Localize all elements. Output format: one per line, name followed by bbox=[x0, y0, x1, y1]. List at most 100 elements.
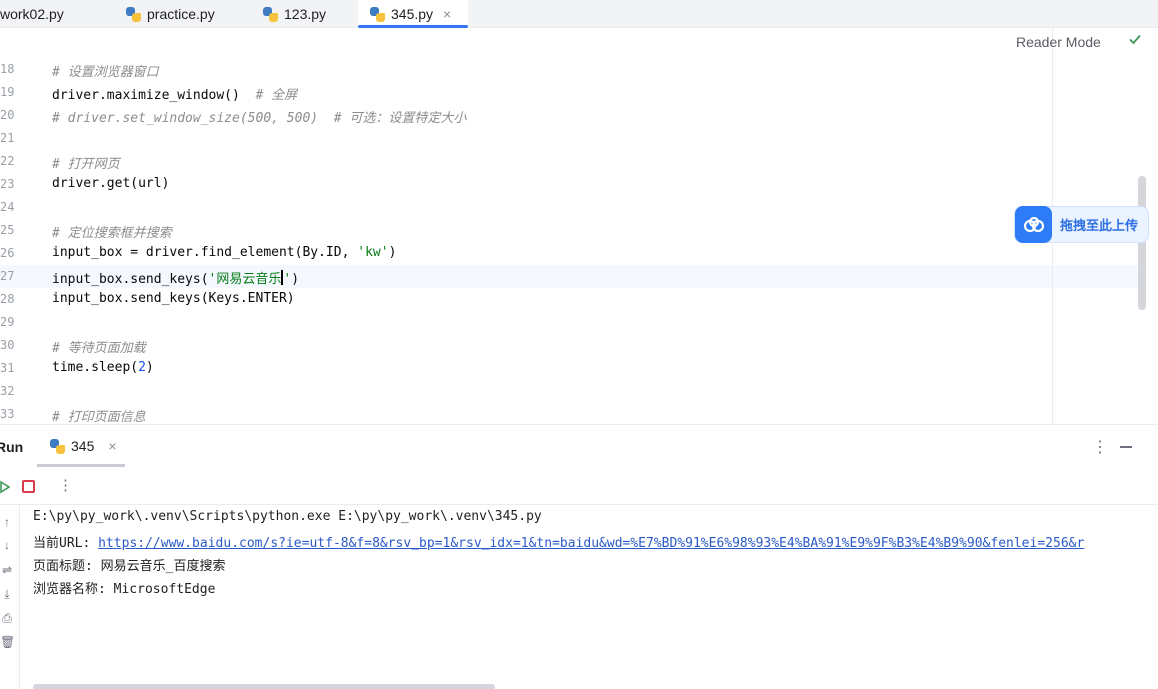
clear-all-icon[interactable]: 🗑 bbox=[0, 635, 15, 649]
code-text: driver.get(url) bbox=[52, 176, 169, 191]
editor-vertical-scrollbar[interactable] bbox=[1138, 176, 1146, 310]
print-icon[interactable]: ⎙ bbox=[0, 611, 14, 625]
url-label: 当前URL: bbox=[33, 536, 99, 551]
line-number: 24 bbox=[0, 200, 15, 214]
code-line[interactable]: 23 driver.get(url) bbox=[0, 173, 1138, 196]
code-line[interactable]: 32 bbox=[0, 380, 1138, 403]
code-token: driver.maximize_window() bbox=[52, 88, 256, 103]
console-command-line: E:\py\py_work\.venv\Scripts\python.exe E… bbox=[33, 509, 542, 524]
line-number: 31 bbox=[0, 361, 15, 375]
code-text: # 打印页面信息 bbox=[52, 406, 146, 424]
minimize-icon[interactable] bbox=[1120, 446, 1132, 448]
code-token: # 全屏 bbox=[255, 88, 298, 103]
python-file-icon bbox=[126, 6, 141, 22]
line-number: 33 bbox=[0, 407, 15, 421]
code-token: driver.get(url) bbox=[52, 176, 170, 191]
code-token: 2 bbox=[138, 360, 146, 375]
line-number: 18 bbox=[0, 62, 15, 76]
console-horizontal-scrollbar[interactable] bbox=[33, 684, 495, 689]
line-number: 26 bbox=[0, 246, 15, 260]
code-line[interactable]: 28 input_box.send_keys(Keys.ENTER) bbox=[0, 288, 1138, 311]
code-token: # 打开网页 bbox=[52, 157, 120, 172]
tab-practice[interactable]: practice.py bbox=[126, 0, 215, 28]
code-line[interactable]: 19 driver.maximize_window() # 全屏 bbox=[0, 81, 1138, 104]
line-number: 22 bbox=[0, 154, 15, 168]
code-text: # 设置浏览器窗口 bbox=[52, 61, 159, 80]
code-token: # 设置浏览器窗口 bbox=[52, 65, 159, 80]
code-token: ) bbox=[145, 360, 154, 375]
more-options-icon[interactable]: ⋮ bbox=[1092, 437, 1108, 457]
cloud-upload-icon bbox=[1015, 206, 1052, 243]
soft-wrap-icon[interactable]: ⇌ bbox=[0, 563, 14, 577]
code-token: time.sleep( bbox=[52, 360, 139, 375]
more-actions-icon[interactable]: ⋮ bbox=[58, 476, 73, 494]
python-file-icon bbox=[370, 6, 385, 22]
code-line[interactable]: 29 bbox=[0, 311, 1138, 334]
console-browser-line: 浏览器名称: MicrosoftEdge bbox=[33, 582, 216, 597]
code-token: input_box = driver.find_element(By.ID, bbox=[52, 245, 358, 260]
code-text: # driver.set_window_size(500, 500) # 可选：… bbox=[52, 107, 466, 126]
line-number: 19 bbox=[0, 85, 15, 99]
run-header: Run 345 × ⋮ bbox=[0, 425, 1158, 467]
tab-label: 123.py bbox=[284, 6, 327, 22]
code-token: ) bbox=[388, 245, 397, 260]
close-icon[interactable]: × bbox=[443, 6, 451, 22]
code-line[interactable]: 30 # 等待页面加载 bbox=[0, 334, 1138, 357]
line-number: 25 bbox=[0, 223, 15, 237]
tab-label: practice.py bbox=[147, 6, 215, 22]
code-token: # 等待页面加载 bbox=[52, 341, 146, 356]
editor-tab-bar: work02.py practice.py 123.py 345.py × bbox=[0, 0, 1158, 28]
code-editor[interactable]: 18 # 设置浏览器窗口 19 driver.maximize_window() # … bbox=[0, 28, 1158, 424]
console-side-toolbar: ↑ ↓ ⇌ ⤓ ⎙ 🗑 bbox=[0, 505, 20, 689]
tab-123[interactable]: 123.py bbox=[263, 0, 326, 28]
code-line[interactable]: 21 bbox=[0, 127, 1138, 150]
scroll-to-end-icon[interactable]: ⤓ bbox=[0, 587, 14, 601]
code-token: ) bbox=[291, 272, 300, 287]
run-tab-label: 345 bbox=[71, 438, 95, 454]
code-line[interactable]: 26 input_box = driver.find_element(By.ID,… bbox=[0, 242, 1138, 265]
line-number: 28 bbox=[0, 292, 15, 306]
code-line[interactable]: 20 # driver.set_window_size(500, 500) # 可… bbox=[0, 104, 1138, 127]
code-line[interactable]: 27 input_box.send_keys('网易云音乐 ') bbox=[0, 265, 1138, 288]
code-text: # 定位搜索框并搜索 bbox=[52, 222, 172, 241]
code-text: input_box.send_keys(Keys.ENTER) bbox=[52, 291, 295, 306]
tab-label: work02.py bbox=[0, 6, 64, 22]
rerun-icon[interactable] bbox=[0, 480, 10, 494]
tab-work02[interactable]: work02.py bbox=[0, 0, 64, 28]
tab-345[interactable]: 345.py × bbox=[358, 0, 468, 28]
code-line[interactable]: 25 # 定位搜索框并搜索 bbox=[0, 219, 1138, 242]
code-line[interactable]: 31 time.sleep(2) bbox=[0, 357, 1138, 380]
reader-mode-button[interactable]: Reader Mode bbox=[1016, 34, 1101, 50]
code-token: input_box.send_keys(Keys.ENTER) bbox=[52, 291, 295, 306]
scroll-down-icon[interactable]: ↓ bbox=[0, 538, 14, 552]
code-text: # 等待页面加载 bbox=[52, 337, 146, 356]
code-line[interactable]: 24 bbox=[0, 196, 1138, 219]
code-line[interactable]: 18 # 设置浏览器窗口 bbox=[0, 58, 1138, 81]
python-file-icon bbox=[263, 6, 278, 22]
line-number: 20 bbox=[0, 108, 15, 122]
line-number: 32 bbox=[0, 384, 15, 398]
close-icon[interactable]: × bbox=[108, 438, 116, 454]
code-text: driver.maximize_window() # 全屏 bbox=[52, 84, 297, 103]
line-number: 30 bbox=[0, 338, 15, 352]
check-icon[interactable] bbox=[1128, 32, 1142, 46]
code-token: '网易云音乐 bbox=[208, 272, 282, 287]
console-title-line: 页面标题: 网易云音乐_百度搜索 bbox=[33, 559, 226, 574]
code-text: input_box.send_keys('网易云音乐 ') bbox=[52, 268, 299, 287]
python-file-icon bbox=[50, 438, 65, 454]
upload-drop-widget[interactable]: 拖拽至此上传 bbox=[1014, 206, 1149, 243]
run-toolbar: ⋮ bbox=[0, 467, 1158, 505]
line-number: 27 bbox=[0, 269, 15, 283]
code-token: input_box.send_keys( bbox=[52, 272, 209, 287]
scroll-up-icon[interactable]: ↑ bbox=[0, 515, 14, 529]
run-tool-window: Run 345 × ⋮ ⋮ ↑ ↓ ⇌ ⤓ ⎙ 🗑 E:\py\py_work\… bbox=[0, 424, 1158, 689]
code-text: # 打开网页 bbox=[52, 153, 120, 172]
url-link[interactable]: https://www.baidu.com/s?ie=utf-8&f=8&rsv… bbox=[98, 536, 1084, 551]
code-token: 'kw' bbox=[357, 245, 389, 260]
upload-label: 拖拽至此上传 bbox=[1060, 218, 1139, 233]
code-line[interactable]: 22 # 打开网页 bbox=[0, 150, 1138, 173]
code-token: # 定位搜索框并搜索 bbox=[52, 226, 172, 241]
run-tab-345[interactable]: 345 × bbox=[37, 425, 125, 467]
stop-icon[interactable] bbox=[22, 480, 35, 493]
code-line[interactable]: 33 # 打印页面信息 bbox=[0, 403, 1138, 424]
